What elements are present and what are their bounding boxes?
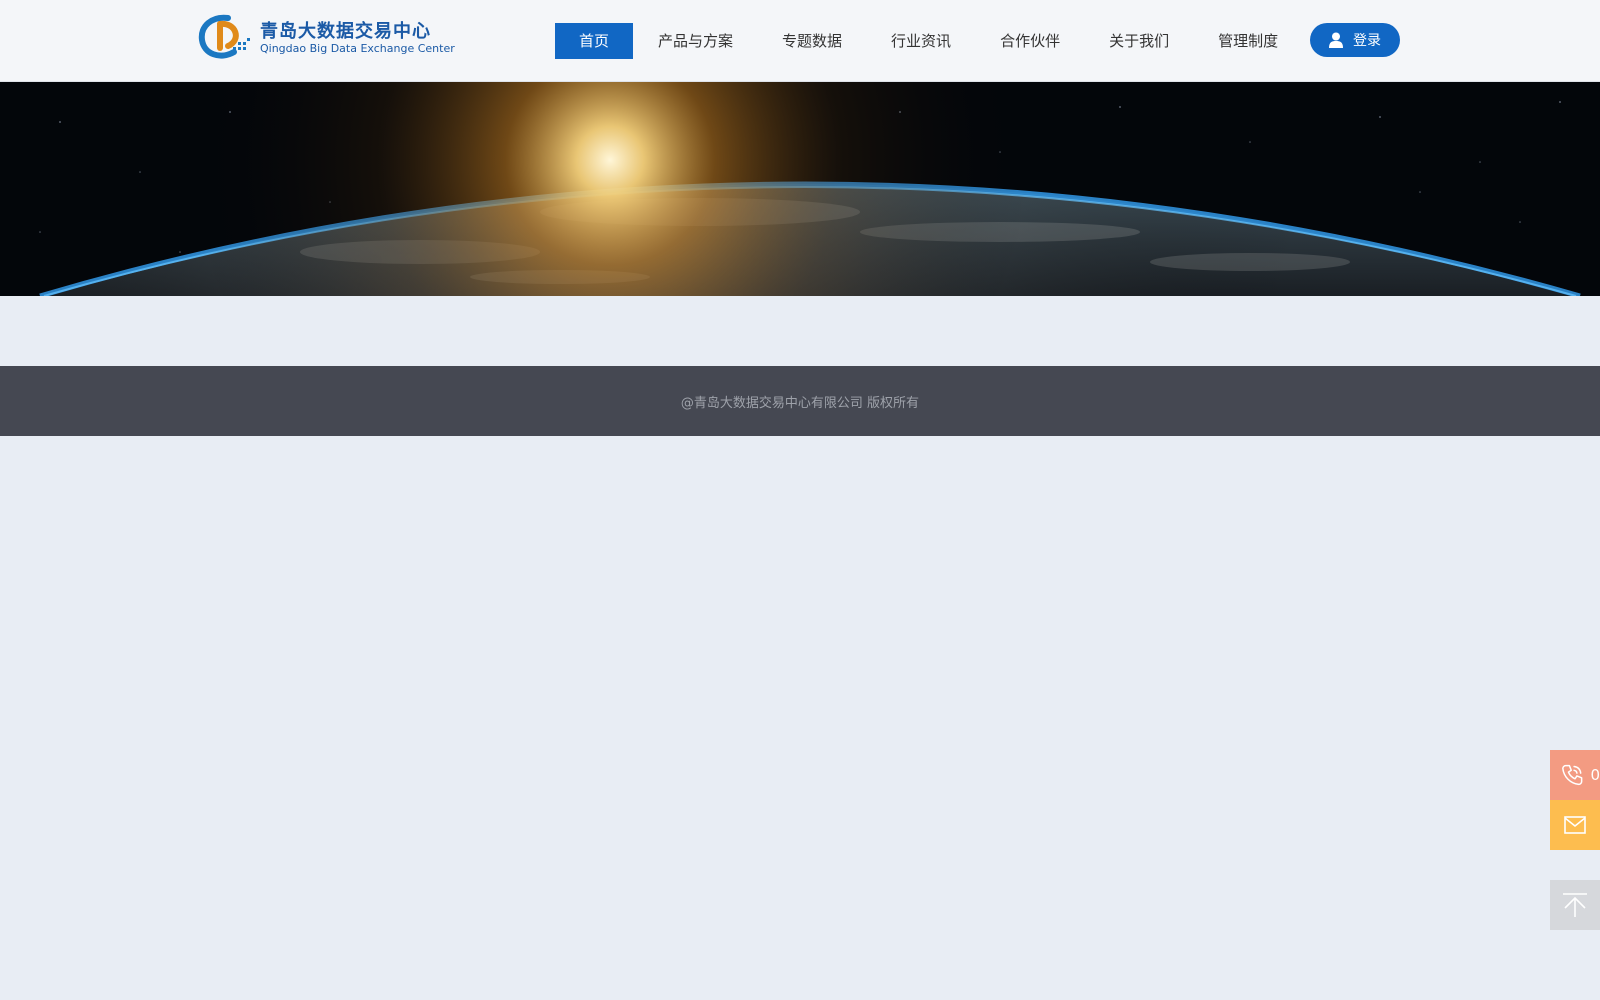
login-button[interactable]: 登录	[1310, 23, 1400, 57]
copyright-text: @青岛大数据交易中心有限公司 版权所有	[680, 395, 920, 411]
nav-item-policies[interactable]: 管理制度	[1218, 23, 1278, 59]
logo-name-cn: 青岛大数据交易中心	[260, 21, 431, 42]
back-to-top-icon	[1563, 893, 1587, 917]
back-to-top-button[interactable]	[1550, 880, 1600, 930]
nav-item-about[interactable]: 关于我们	[1109, 23, 1169, 59]
logo-name-en: Qingdao Big Data Exchange Center	[260, 42, 455, 55]
mail-icon	[1564, 816, 1586, 834]
site-header: 青岛大数据交易中心 Qingdao Big Data Exchange Cent…	[0, 0, 1600, 82]
logo-icon	[198, 14, 250, 59]
site-footer: @青岛大数据交易中心有限公司 版权所有	[0, 366, 1600, 436]
site-logo[interactable]: 青岛大数据交易中心 Qingdao Big Data Exchange Cent…	[198, 12, 455, 62]
phone-number-text: 0	[1590, 766, 1600, 784]
nav-item-partners[interactable]: 合作伙伴	[1000, 23, 1060, 59]
nav-item-news[interactable]: 行业资讯	[891, 23, 951, 59]
phone-icon	[1562, 764, 1583, 786]
main-nav: 首页 产品与方案 专题数据 行业资讯 合作伙伴 关于我们 管理制度	[555, 23, 1278, 59]
float-phone-button[interactable]: 0	[1550, 750, 1600, 800]
nav-item-home[interactable]: 首页	[555, 23, 634, 59]
login-label: 登录	[1353, 33, 1381, 49]
user-icon	[1329, 32, 1343, 48]
float-mail-button[interactable]	[1550, 800, 1600, 850]
nav-item-products[interactable]: 产品与方案	[658, 23, 733, 59]
banner-earth-image	[0, 82, 1600, 296]
nav-item-topic-data[interactable]: 专题数据	[782, 23, 842, 59]
hero-banner	[0, 82, 1600, 296]
